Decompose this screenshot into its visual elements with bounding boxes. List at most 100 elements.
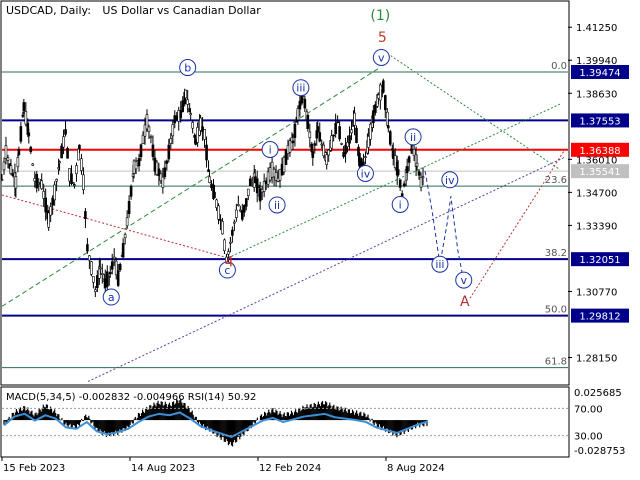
candle-body: [311, 151, 315, 158]
candle-body: [246, 188, 250, 196]
candle-body: [66, 147, 69, 159]
candle-body: [205, 144, 208, 161]
candle-body: [348, 135, 351, 144]
candle-body: [382, 80, 385, 93]
candle-body: [421, 176, 425, 179]
candle-body: [237, 204, 240, 206]
candle-body: [92, 276, 95, 283]
macd-header: MACD(5,34,5) -0.002832 -0.004966 RSI(14)…: [6, 392, 256, 403]
candle-body: [78, 144, 81, 150]
candle-body: [208, 176, 211, 183]
candle-body: [6, 157, 10, 161]
fib-label-5: 38.2: [545, 248, 567, 259]
candle-body: [4, 145, 8, 159]
wave-label-1-13: (1): [370, 8, 390, 24]
candle-body: [123, 234, 127, 239]
symbol-description: US Dollar vs Canadian Dollar: [102, 4, 261, 17]
candle-body: [161, 176, 165, 188]
wave-label-v-12: v: [460, 274, 467, 287]
candle-body: [419, 177, 423, 188]
candle-body: [316, 126, 320, 133]
candle-body: [400, 193, 404, 197]
price-box-label-0: 1.39474: [579, 68, 620, 79]
wave-label-ii-8: ii: [410, 131, 416, 144]
candle-body: [112, 256, 116, 260]
candle-body: [90, 261, 93, 275]
chart-canvas: 0.01.394741.375531.363881.3554123.638.21…: [0, 0, 640, 480]
time-tick-label-2: 12 Feb 2024: [259, 463, 321, 474]
candle-body: [402, 183, 406, 187]
candle-body: [118, 264, 122, 270]
wave-label-i-9: i: [399, 198, 402, 211]
candle-body: [223, 239, 226, 252]
candle-body: [127, 201, 131, 214]
candle-body: [80, 158, 83, 171]
candle-body: [22, 102, 26, 112]
candle-body: [398, 179, 402, 188]
wave-label-A-16: A: [460, 294, 470, 310]
candle-body: [221, 221, 224, 235]
price-tick-label-0: 1.41250: [576, 23, 617, 34]
candle-body: [62, 136, 65, 148]
price-tick-label-3: 1.36010: [576, 155, 617, 166]
candle-body: [44, 197, 47, 213]
candle-body: [129, 186, 133, 197]
candle-body: [149, 136, 153, 139]
price-tick-label-7: 1.28150: [576, 354, 617, 365]
indicator-tick-label-0: 0.025685: [574, 388, 622, 399]
candle-body: [42, 191, 46, 199]
candle-body: [88, 255, 91, 261]
candle-body: [417, 171, 421, 176]
price-tick-label-4: 1.34700: [576, 188, 617, 199]
candle-body: [336, 121, 339, 124]
candle-body: [86, 244, 89, 252]
fib-label-7: 61.8: [545, 357, 567, 368]
candle-body: [229, 241, 232, 244]
candle-body: [64, 129, 67, 135]
candle-body: [72, 182, 75, 184]
price-box-label-3: 1.35541: [579, 167, 620, 178]
candle-body: [2, 161, 6, 171]
candle-body: [332, 134, 335, 137]
candle-body: [303, 98, 307, 109]
wave-label-iv-10: iv: [445, 174, 455, 187]
candle-body: [121, 243, 125, 258]
time-tick-label-3: 8 Aug 2024: [387, 463, 445, 474]
candle-body: [35, 174, 39, 189]
candle-body: [320, 143, 324, 146]
candle-body: [340, 143, 343, 145]
price-tick-label-5: 1.33390: [576, 221, 617, 232]
candle-body: [396, 169, 400, 176]
candle-body: [188, 108, 191, 113]
symbol-label: USDCAD, Daily:: [6, 4, 91, 17]
candle-body: [53, 184, 56, 201]
candle-body: [191, 122, 194, 129]
wave-label-a-0: a: [108, 291, 115, 304]
candle-body: [327, 149, 330, 156]
candle-body: [338, 126, 341, 140]
candle-body: [171, 124, 175, 137]
candle-body: [291, 140, 295, 144]
time-tick-label-0: 15 Feb 2023: [3, 463, 65, 474]
candle-body: [19, 126, 23, 142]
candle-body: [21, 114, 25, 117]
candle-body: [16, 157, 20, 168]
candle-body: [100, 273, 104, 275]
candle-body: [325, 154, 329, 165]
candle-body: [24, 111, 28, 125]
wave-label-b-1: b: [184, 62, 191, 75]
candle-body: [318, 132, 322, 142]
candle-body: [388, 131, 392, 145]
candle-body: [233, 221, 236, 224]
candle-body: [334, 123, 337, 134]
candle-body: [184, 89, 188, 99]
price-tick-label-6: 1.30770: [576, 287, 617, 298]
candle-body: [70, 173, 73, 185]
candle-body: [244, 198, 248, 207]
indicator-tick-label-1: 70.00: [574, 404, 603, 415]
candle-body: [217, 205, 220, 220]
time-tick-label-1: 14 Aug 2023: [131, 463, 195, 474]
wave-label-v-7: v: [378, 51, 385, 64]
candle-body: [308, 131, 312, 138]
candle-body: [313, 143, 317, 146]
